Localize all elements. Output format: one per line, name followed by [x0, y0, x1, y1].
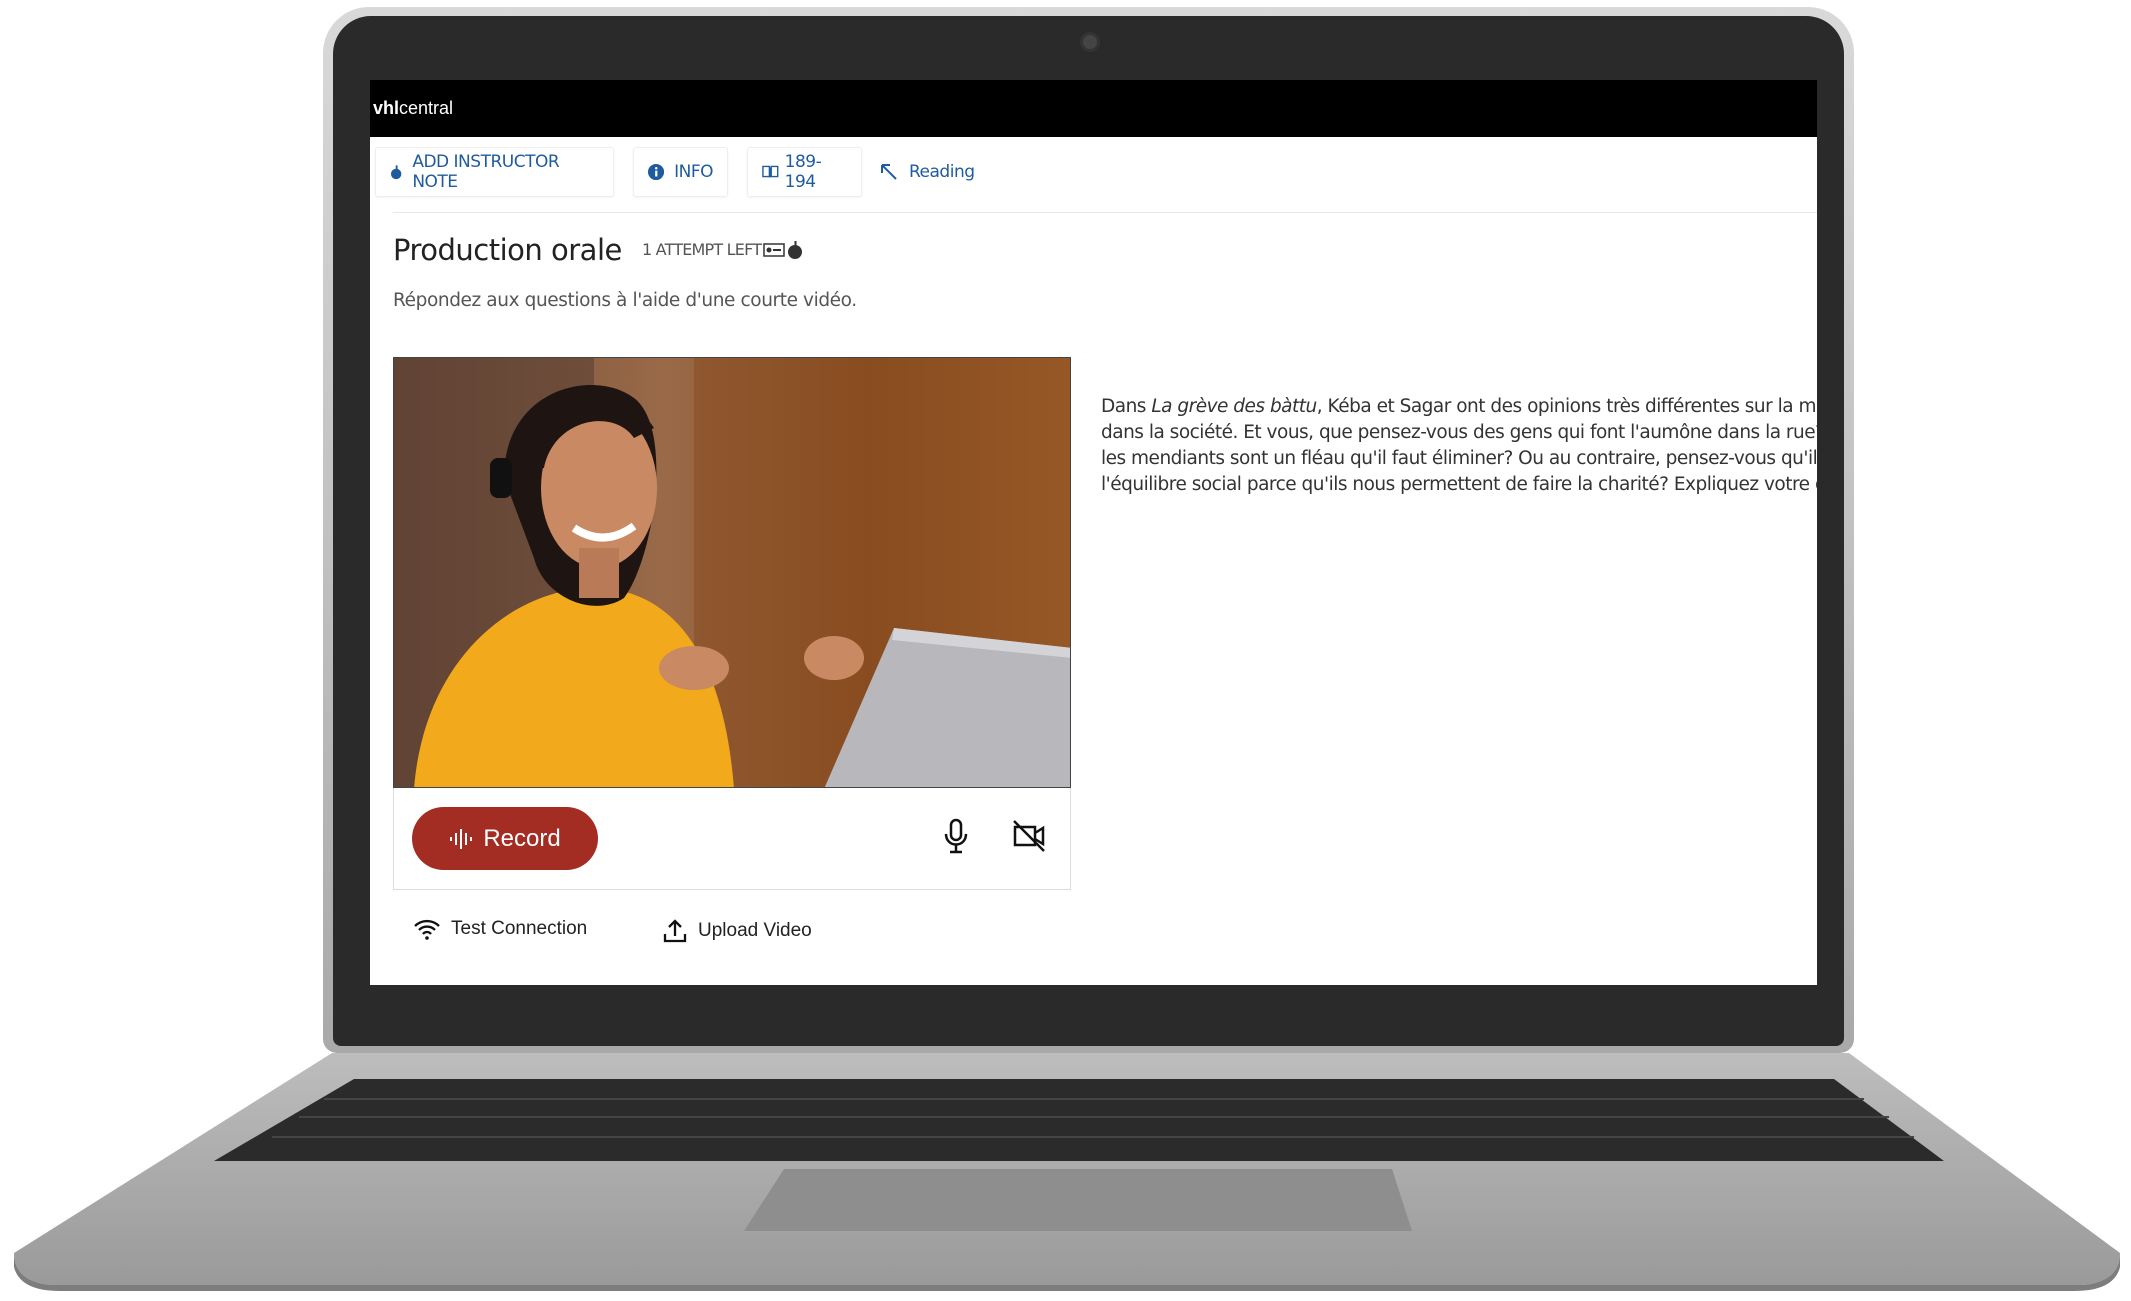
- wifi-icon: [414, 919, 440, 940]
- book-icon: [762, 165, 779, 178]
- instructor-note-label: ADD INSTRUCTOR NOTE: [412, 152, 560, 192]
- prompt-line: les mendiants sont un fléau qu'il faut é…: [1101, 448, 1817, 469]
- divider: [393, 212, 1817, 213]
- rec-badge-icon: [763, 242, 785, 257]
- info-label: INFO: [674, 162, 713, 182]
- logo-bold: vhl: [373, 98, 400, 118]
- top-bar: vhlcentral: [370, 80, 1817, 137]
- prompt-line: l'équilibre social parce qu'ils nous per…: [1101, 474, 1817, 495]
- arrow-up-left-icon: [881, 164, 897, 180]
- reading-title: La grève des bàttu: [1151, 396, 1317, 417]
- prompt-text: Dans La grève des bàttu, Kéba et Sagar o…: [1101, 394, 1817, 498]
- test-connection-label: Test Connection: [451, 918, 588, 939]
- vhlcentral-logo[interactable]: vhlcentral: [373, 98, 453, 119]
- attempts-remaining: 1 ATTEMPT LEFT: [642, 240, 803, 259]
- upload-video-button[interactable]: Upload Video: [662, 918, 812, 944]
- info-icon: [648, 163, 665, 181]
- info-button[interactable]: INFO: [633, 147, 728, 197]
- video-preview: [393, 357, 1071, 788]
- camera-off-icon[interactable]: [1011, 818, 1047, 854]
- screen: vhlcentral ADD INSTRUCTOR NOTE INFO 189-…: [370, 80, 1817, 985]
- reading-link[interactable]: Reading: [875, 147, 979, 197]
- waveform-icon: [450, 828, 473, 849]
- prompt-line: dans la société. Et vous, que pensez-vou…: [1101, 422, 1817, 443]
- laptop-base: [14, 1053, 2120, 1291]
- upload-video-label: Upload Video: [698, 920, 812, 941]
- apple-icon: [390, 164, 402, 179]
- instructions: Répondez aux questions à l'aide d'une co…: [393, 290, 857, 311]
- prompt-text-part: , Kéba et Sagar ont des opinions très di…: [1316, 396, 1817, 417]
- page-title: Production orale: [393, 233, 622, 267]
- test-connection-button[interactable]: Test Connection: [413, 918, 587, 940]
- attempts-label: 1 ATTEMPT LEFT: [642, 240, 762, 259]
- upload-icon: [663, 919, 687, 943]
- add-instructor-note-button[interactable]: ADD INSTRUCTOR NOTE: [375, 147, 614, 197]
- pages-label: 189-194: [784, 152, 822, 192]
- prompt-line: Dans La grève des bàttu, Kéba et Sagar o…: [1101, 394, 1817, 420]
- apple-icon: [788, 240, 803, 259]
- webcam: [1080, 32, 1100, 52]
- recorder-controls: Record: [393, 788, 1071, 890]
- reading-label: Reading: [909, 162, 975, 182]
- logo-rest: central: [399, 98, 454, 118]
- webcam-preview-image: [394, 358, 1070, 787]
- microphone-icon[interactable]: [943, 818, 969, 854]
- record-label: Record: [483, 824, 561, 852]
- pages-button[interactable]: 189-194: [747, 147, 862, 197]
- prompt-text-part: Dans: [1101, 396, 1152, 417]
- record-button[interactable]: Record: [412, 807, 598, 870]
